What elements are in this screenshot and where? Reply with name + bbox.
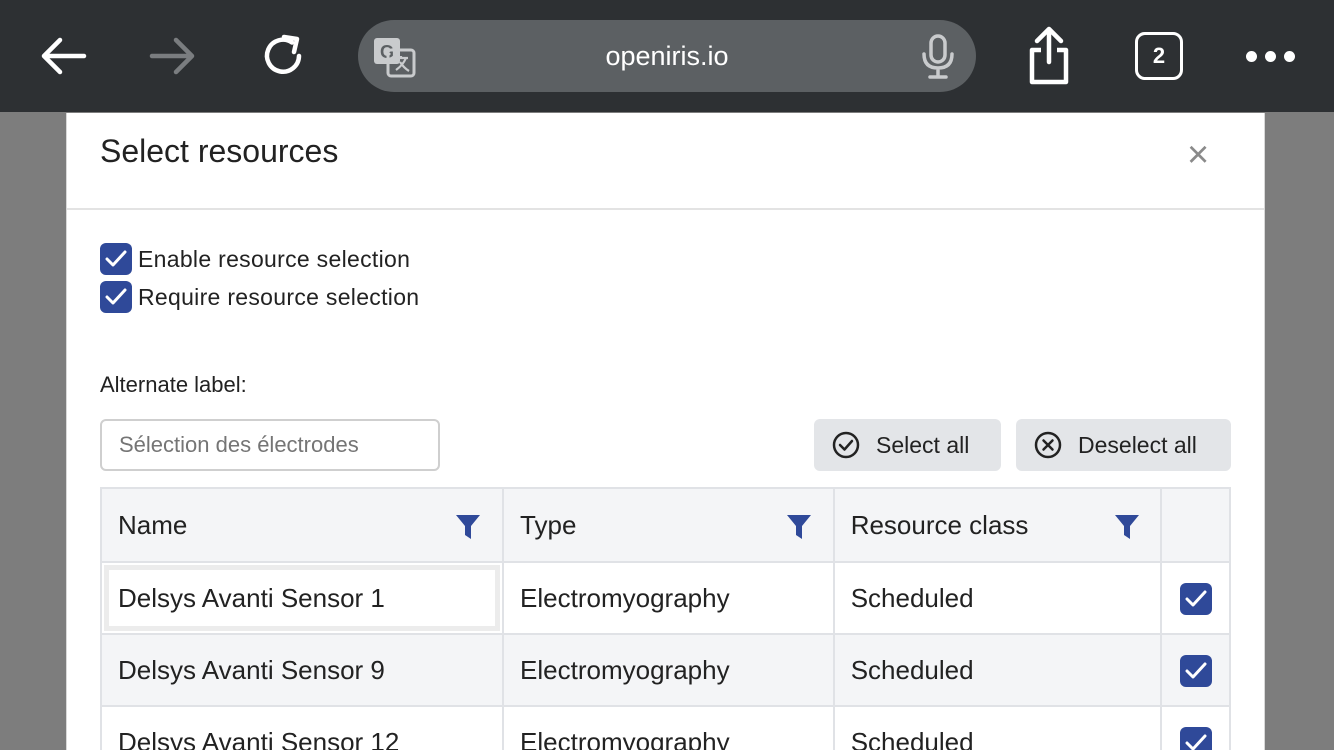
row-checkbox[interactable] [1179, 726, 1212, 750]
require-resource-selection-row[interactable]: Require resource selection [100, 281, 419, 313]
cell-type: Electromyography [502, 633, 835, 707]
enable-resource-selection-label: Enable resource selection [138, 245, 411, 272]
column-header-name[interactable]: Name [99, 487, 505, 563]
reload-icon[interactable] [254, 26, 314, 86]
more-icon[interactable] [1240, 40, 1300, 72]
cell-select [1160, 633, 1231, 707]
cell-resource-class: Scheduled [832, 705, 1163, 750]
cell-name[interactable]: Delsys Avanti Sensor 9 [99, 633, 505, 707]
filter-icon[interactable] [1114, 513, 1140, 541]
deselect-all-button[interactable]: Deselect all [1016, 419, 1231, 471]
cell-name[interactable]: Delsys Avanti Sensor 1 [99, 561, 505, 635]
tabs-icon[interactable]: 2 [1135, 32, 1183, 80]
column-header-select [1160, 487, 1231, 563]
deselect-all-label: Deselect all [1078, 431, 1197, 458]
alternate-label-input[interactable] [100, 419, 440, 471]
table-row[interactable]: Delsys Avanti Sensor 1 Electromyography … [99, 561, 1231, 635]
column-header-label: Type [520, 509, 577, 540]
back-arrow-icon[interactable] [33, 26, 93, 86]
select-all-label: Select all [876, 431, 970, 458]
filter-icon[interactable] [455, 513, 481, 541]
cell-select [1160, 561, 1231, 635]
enable-resource-selection-row[interactable]: Enable resource selection [100, 243, 410, 275]
cell-resource-class: Scheduled [832, 561, 1163, 635]
browser-toolbar: G openiris.io 2 [0, 0, 1334, 112]
x-circle-icon [1034, 431, 1062, 459]
row-checkbox[interactable] [1179, 654, 1212, 687]
cell-resource-class: Scheduled [832, 633, 1163, 707]
enable-resource-selection-checkbox[interactable] [100, 243, 132, 275]
alternate-label-heading: Alternate label: [100, 372, 247, 397]
check-circle-icon [832, 431, 860, 459]
require-resource-selection-label: Require resource selection [138, 283, 420, 310]
require-resource-selection-checkbox[interactable] [100, 281, 132, 313]
forward-arrow-icon[interactable] [143, 26, 203, 86]
table-row[interactable]: Delsys Avanti Sensor 9 Electromyography … [99, 633, 1231, 707]
cell-type: Electromyography [502, 561, 835, 635]
row-checkbox[interactable] [1179, 582, 1212, 615]
select-resources-modal: Select resources × Enable resource selec… [66, 113, 1265, 750]
cell-type: Electromyography [502, 705, 835, 750]
modal-title: Select resources [100, 133, 339, 169]
filter-icon[interactable] [786, 513, 812, 541]
cell-name[interactable]: Delsys Avanti Sensor 12 [99, 705, 505, 750]
address-bar[interactable]: G openiris.io [358, 20, 976, 92]
column-header-type[interactable]: Type [502, 487, 835, 563]
column-header-resource-class[interactable]: Resource class [832, 487, 1163, 563]
share-icon[interactable] [1019, 26, 1079, 86]
select-all-button[interactable]: Select all [814, 419, 1001, 471]
microphone-icon[interactable] [918, 34, 958, 80]
cell-select [1160, 705, 1231, 750]
table-row[interactable]: Delsys Avanti Sensor 12 Electromyography… [99, 705, 1231, 750]
close-icon[interactable]: × [1187, 135, 1209, 175]
resources-table: Name Type Resource class Delsys Avanti S… [99, 487, 1231, 750]
column-header-label: Resource class [850, 509, 1029, 540]
column-header-label: Name [118, 509, 188, 540]
table-header-row: Name Type Resource class [99, 487, 1231, 563]
url-text: openiris.io [605, 41, 729, 71]
modal-header: Select resources × [67, 113, 1264, 210]
